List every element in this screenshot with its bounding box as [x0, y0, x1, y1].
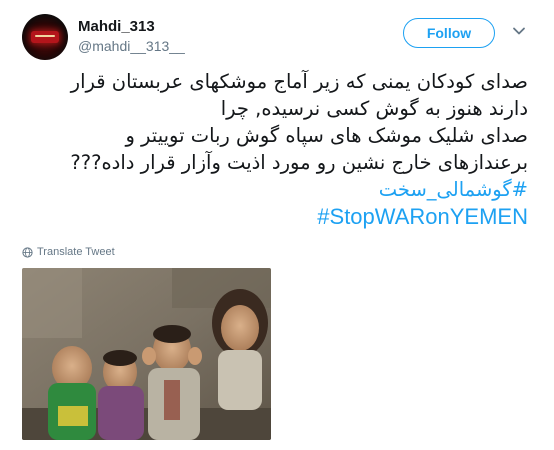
tweet-photo[interactable]: [22, 268, 271, 440]
follow-button[interactable]: Follow: [403, 18, 495, 48]
avatar[interactable]: [22, 14, 68, 60]
hashtag-link[interactable]: #StopWARonYEMEN: [317, 204, 528, 229]
translate-tweet-link[interactable]: Translate Tweet: [22, 246, 115, 258]
display-name[interactable]: Mahdi_313: [78, 18, 155, 35]
chevron-down-icon[interactable]: [512, 24, 526, 38]
globe-icon: [22, 246, 33, 258]
tweet-text: صدای کودکان یمنی که زیر آماج موشکهای عرب…: [22, 68, 528, 231]
avatar-emblem: [31, 31, 59, 43]
translate-label: Translate Tweet: [37, 246, 115, 258]
tweet-line: برعندازهای خارج نشین رو مورد اذیت وآزار …: [70, 151, 528, 174]
tweet-line: دارند هنوز به گوش کسی نرسیده, چرا: [220, 97, 528, 120]
tweet-line: صدای شلیک موشک های سپاه گوش ربات توییتر …: [125, 124, 528, 147]
tweet-line: صدای کودکان یمنی که زیر آماج موشکهای عرب…: [70, 70, 528, 93]
hashtag-link[interactable]: #گوشمالی_سخت: [22, 176, 528, 203]
username[interactable]: @mahdi__313__: [78, 38, 185, 54]
